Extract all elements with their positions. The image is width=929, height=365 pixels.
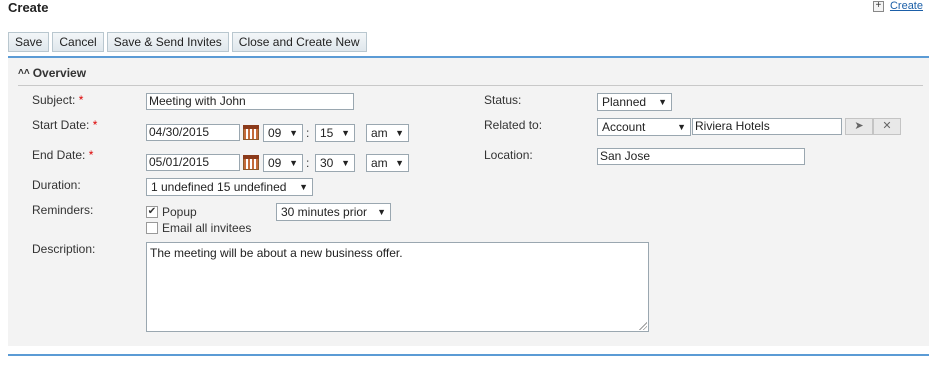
description-text: The meeting will be about a new business… (150, 246, 403, 260)
triangle-down-icon: ▼ (341, 158, 350, 168)
double-chevron-up-icon[interactable]: ˄˄ (18, 66, 30, 79)
duration-label: Duration: (32, 178, 81, 192)
end-date-label: End Date: * (32, 148, 94, 162)
time-colon: : (306, 126, 310, 140)
location-label: Location: (484, 148, 533, 162)
popup-checkbox[interactable]: ✔ (146, 206, 158, 218)
triangle-down-icon: ▼ (341, 128, 350, 138)
related-type-select[interactable]: Account ▼ (597, 118, 691, 136)
check-icon: ✔ (147, 206, 157, 217)
start-minute-select[interactable]: 15 ▼ (315, 124, 355, 142)
location-input[interactable]: San Jose (597, 148, 805, 165)
close-icon[interactable]: ✕ (873, 118, 901, 135)
calendar-icon[interactable] (243, 125, 259, 140)
end-hour-select[interactable]: 09 ▼ (263, 154, 303, 172)
triangle-down-icon: ▼ (395, 128, 404, 138)
toolbar: Save Cancel Save & Send Invites Close an… (8, 32, 367, 52)
related-to-label: Related to: (484, 118, 543, 132)
description-textarea[interactable]: The meeting will be about a new business… (146, 242, 649, 332)
close-create-new-button[interactable]: Close and Create New (231, 32, 367, 52)
email-invitees-checkbox[interactable] (146, 222, 158, 234)
resize-grip-icon[interactable] (639, 322, 647, 330)
plus-icon[interactable]: + (872, 0, 884, 12)
subject-label: Subject: * (32, 93, 84, 107)
subject-input[interactable]: Meeting with John (146, 93, 354, 110)
calendar-icon[interactable] (243, 155, 259, 170)
page-title: Create (8, 0, 49, 15)
save-button[interactable]: Save (8, 32, 50, 52)
description-label: Description: (32, 242, 96, 256)
start-date-input[interactable]: 04/30/2015 (146, 124, 240, 141)
time-colon: : (306, 156, 310, 170)
save-send-invites-button[interactable]: Save & Send Invites (106, 32, 229, 52)
end-date-input[interactable]: 05/01/2015 (146, 154, 240, 171)
bottom-divider (8, 354, 929, 356)
section-title: Overview (32, 66, 87, 80)
triangle-down-icon: ▼ (377, 207, 386, 217)
triangle-down-icon: ▼ (289, 128, 298, 138)
triangle-down-icon: ▼ (289, 158, 298, 168)
reminders-label: Reminders: (32, 203, 94, 217)
end-minute-select[interactable]: 30 ▼ (315, 154, 355, 172)
triangle-down-icon: ▼ (395, 158, 404, 168)
start-ampm-select[interactable]: am ▼ (366, 124, 409, 142)
duration-select[interactable]: 1 undefined 15 undefined ▼ (146, 178, 313, 196)
popup-label: Popup (162, 205, 197, 219)
status-select[interactable]: Planned ▼ (597, 93, 672, 111)
email-invitees-label: Email all invitees (162, 221, 252, 235)
create-link-group[interactable]: + Create (872, 0, 923, 12)
section-header[interactable]: ˄˄ Overview (18, 66, 923, 86)
cancel-button[interactable]: Cancel (52, 32, 104, 52)
start-hour-select[interactable]: 09 ▼ (263, 124, 303, 142)
create-link[interactable]: Create (890, 0, 923, 12)
start-date-label: Start Date: * (32, 118, 98, 132)
triangle-down-icon: ▼ (677, 122, 686, 132)
reminder-time-select[interactable]: 30 minutes prior ▼ (276, 203, 391, 221)
triangle-down-icon: ▼ (658, 97, 667, 107)
status-label: Status: (484, 93, 522, 107)
related-to-input[interactable]: Riviera Hotels (692, 118, 842, 135)
cursor-arrow-icon[interactable]: ➤ (845, 118, 873, 135)
end-ampm-select[interactable]: am ▼ (366, 154, 409, 172)
triangle-down-icon: ▼ (299, 182, 308, 192)
